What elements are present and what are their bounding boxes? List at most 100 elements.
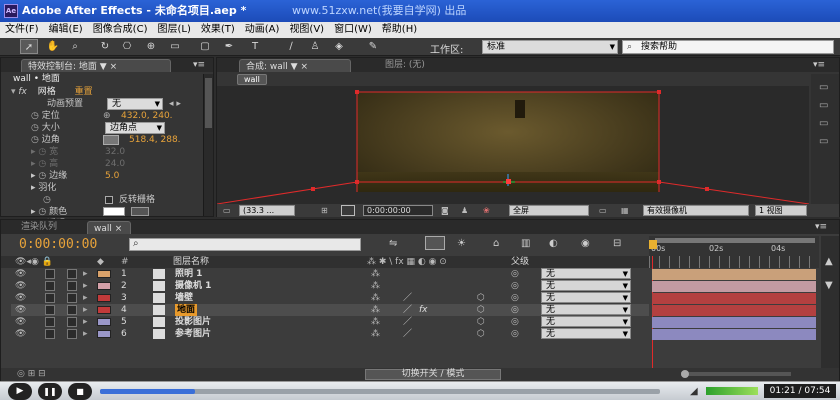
hide-shy-layers-icon[interactable]: ⌂ [493,238,499,249]
label-color-swatch[interactable] [97,294,111,302]
collapse-switch-icon[interactable]: ⁂ [371,316,380,328]
comp-mini-flowchart-icon[interactable]: ⇋ [389,238,397,249]
panel-menu-icon[interactable]: ▾≡ [815,220,827,234]
stopwatch-icon[interactable]: ◷ [38,159,46,169]
motion-blur-icon[interactable]: ◐ [549,238,558,249]
quality-switch-icon[interactable]: ／ [403,292,412,304]
layer-name[interactable]: 投影图片 [175,316,211,328]
lock-toggle[interactable] [67,317,77,327]
eye-icon[interactable]: 👁 [15,304,26,316]
disclosure-triangle-icon[interactable]: ▸ [83,292,88,304]
pause-icon[interactable]: ❚❚ [38,383,62,400]
timeline-search-input[interactable]: ⌕ [129,238,361,251]
workspace-dropdown[interactable]: 标准 [482,40,618,54]
stopwatch-icon[interactable]: ◷ [38,207,46,217]
disclosure-triangle-icon[interactable]: ▸ [83,280,88,292]
quality-switch-icon[interactable]: ／ [403,328,412,340]
time-zoom-slider[interactable] [681,370,791,378]
solo-toggle[interactable] [45,293,55,303]
quality-switch-icon[interactable]: ／ [403,316,412,328]
parent-pick-whip-icon[interactable]: ◎ [511,268,519,280]
disclosure-triangle-icon[interactable]: ▸ [83,316,88,328]
scrollbar-thumb[interactable] [205,78,212,128]
menu-effect[interactable]: 效果(T) [196,22,240,38]
menu-layer[interactable]: 图层(L) [152,22,195,38]
tab-wall[interactable]: wall × [87,221,131,234]
channel-icon[interactable]: ❀ [483,205,490,216]
layer-duration-bar[interactable] [652,281,816,292]
size-dropdown[interactable]: 边角点 [105,122,165,134]
stopwatch-icon[interactable]: ◷ [38,147,46,157]
corner-value[interactable]: 518.4, 288. [129,134,181,146]
zoom-tool-icon[interactable]: ⌕ [66,39,84,54]
stop-icon[interactable]: ■ [68,383,92,400]
lock-toggle[interactable] [67,305,77,315]
layer-row[interactable]: 👁 ▸ 6 参考图片 ⁂ ／ ⬡ ◎ 无 [11,328,649,340]
label-color-swatch[interactable] [97,330,111,338]
layer-row[interactable]: 👁 ▸ 5 投影图片 ⁂ ／ ⬡ ◎ 无 [11,316,649,328]
effect-header-row[interactable]: ▾ fx 网格 重置 [11,86,201,98]
parent-dropdown[interactable]: 无 [541,280,631,291]
text-tool-icon[interactable]: T [246,39,264,54]
label-color-swatch[interactable] [97,282,111,290]
collapse-switch-icon[interactable]: ⁂ [371,304,380,316]
camera-dropdown[interactable]: 有效摄像机 [643,205,749,216]
stopwatch-icon[interactable]: ◷ [31,111,39,121]
height-value[interactable]: 24.0 [105,158,125,170]
anchor-value[interactable]: 432.0, 240. [121,110,173,122]
rotate-tool-icon[interactable]: ↻ [96,39,114,54]
eyedropper-icon[interactable] [131,207,149,216]
parent-dropdown[interactable]: 无 [541,268,631,279]
frame-blending-icon[interactable]: ▥ [521,238,530,249]
3d-layer-switch-icon[interactable]: ⬡ [477,316,485,328]
zoom-dropdown[interactable]: (33.3 ... [239,205,295,216]
3d-layer-switch-icon[interactable]: ⬡ [477,304,485,316]
region-of-interest-icon[interactable]: ▭ [599,205,607,216]
collapse-switch-icon[interactable]: ⁂ [371,280,380,292]
seek-bar[interactable] [100,389,660,394]
tab-effect-controls[interactable]: 特效控制台: 地面 ▼ × [21,59,171,72]
safe-zones-icon[interactable]: ⊞ [321,205,328,216]
layer-duration-bar[interactable] [652,269,816,280]
disclosure-triangle-icon[interactable]: ▸ [83,304,88,316]
puppet-pin-tool-icon[interactable]: ✎ [364,39,382,54]
3d-layer-switch-icon[interactable]: ⬡ [477,328,485,340]
resolution-dropdown[interactable]: 全屏 [509,205,589,216]
menu-file[interactable]: 文件(F) [0,22,44,38]
panel-menu-icon[interactable]: ▾≡ [813,58,825,72]
label-color-swatch[interactable] [97,306,111,314]
menu-window[interactable]: 窗口(W) [329,22,377,38]
invert-grid-checkbox[interactable] [105,196,113,204]
play-icon[interactable]: ▶ [8,383,32,400]
effect-controls-scrollbar[interactable] [203,74,213,216]
col-layer-name[interactable]: 图层名称 [173,256,209,268]
preset-nav-arrows-icon[interactable]: ◂ ▸ [169,98,181,110]
layer-name[interactable]: 摄像机 1 [175,280,211,292]
tab-composition[interactable]: 合成: wall ▼ × [239,59,351,72]
close-icon[interactable]: × [115,224,123,234]
quality-switch-icon[interactable]: ／ [403,304,412,316]
stopwatch-icon[interactable]: ◷ [31,123,39,133]
eye-icon[interactable]: 👁 [15,328,26,340]
hand-tool-icon[interactable]: ✋ [44,39,62,54]
collapse-switch-icon[interactable]: ⁂ [371,328,380,340]
work-area-bar[interactable] [655,238,815,243]
layer-duration-bar[interactable] [652,305,816,316]
layer-duration-bar[interactable] [652,293,816,304]
rectangle-tool-icon[interactable]: ▢ [196,39,214,54]
solo-toggle[interactable] [45,269,55,279]
layer-row[interactable]: 👁 ▸ 2 摄像机 1 ⁂ ◎ 无 [11,280,649,292]
layer-name[interactable]: 照明 1 [175,268,202,280]
composition-viewer[interactable] [217,86,809,204]
menu-view[interactable]: 视图(V) [284,22,329,38]
menu-composition[interactable]: 图像合成(C) [88,22,153,38]
parent-dropdown[interactable]: 无 [541,328,631,339]
camera-tool-icon[interactable]: ⎔ [118,39,136,54]
time-ruler[interactable]: 00s 02s 04s [649,236,819,268]
layer-name[interactable]: 地面 [175,304,198,316]
stopwatch-icon[interactable]: ◷ [31,135,39,145]
collapse-switch-icon[interactable]: ⁂ [371,268,380,280]
crosshair-icon[interactable]: ⊕ [103,110,111,122]
clone-stamp-tool-icon[interactable]: ♙ [306,39,324,54]
disclosure-triangle-icon[interactable]: ▸ [83,328,88,340]
